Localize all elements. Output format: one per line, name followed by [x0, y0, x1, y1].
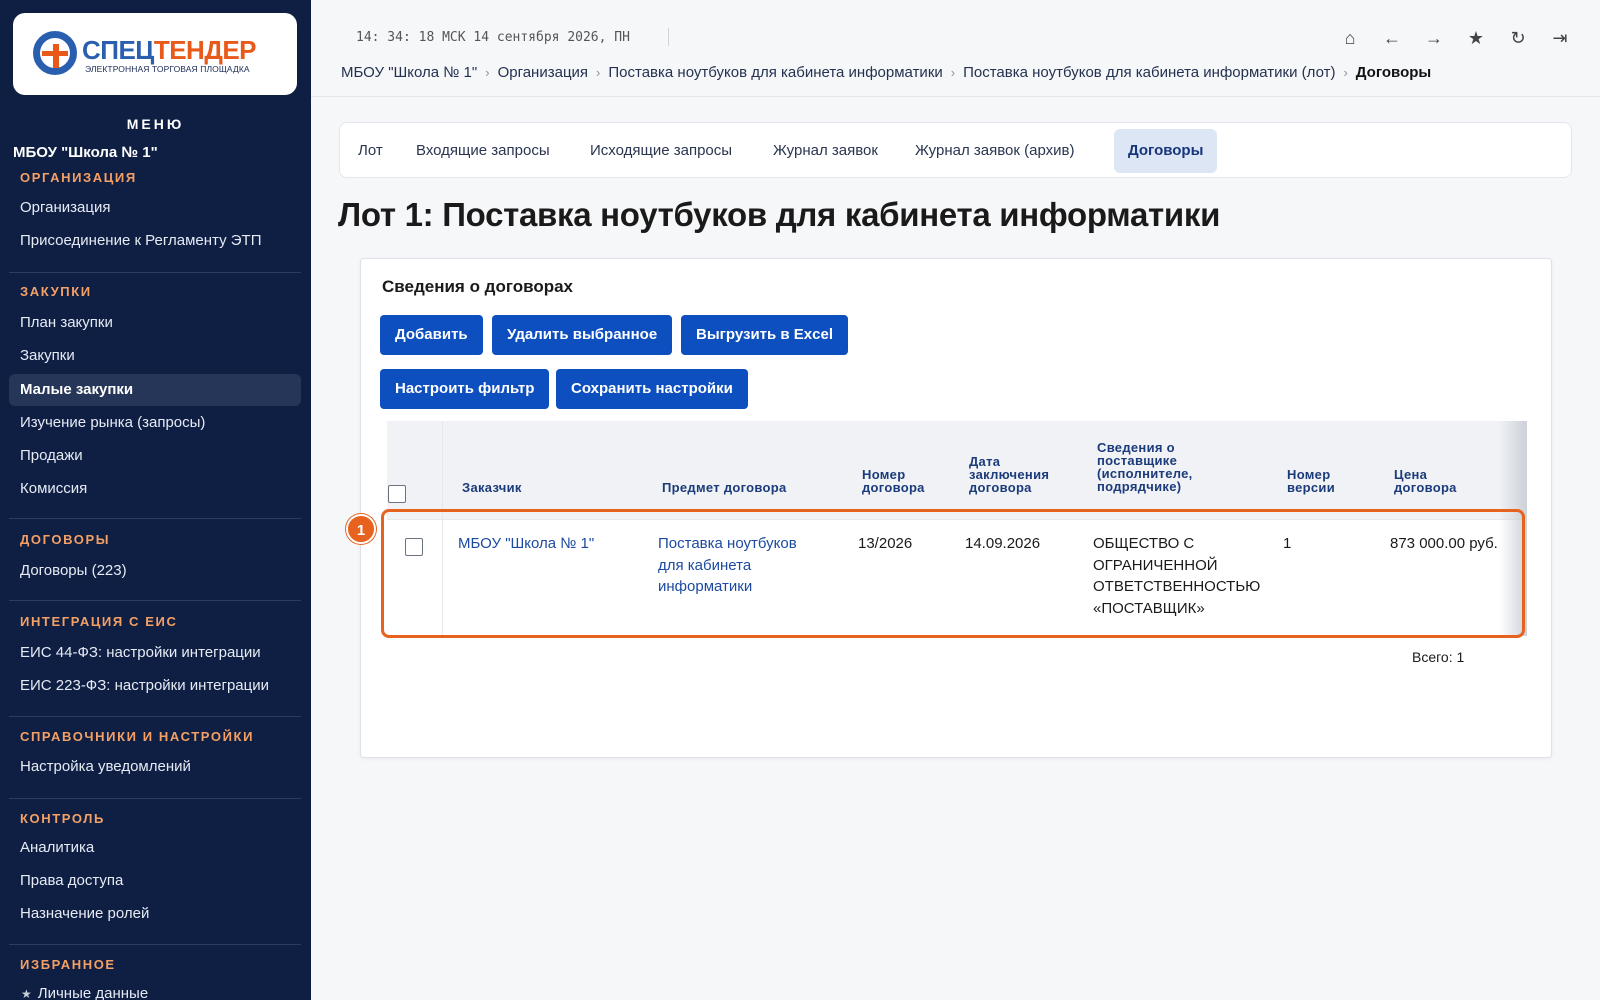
- annotation-marker: 1: [346, 514, 376, 544]
- tab-application-log-archive[interactable]: Журнал заявок (архив): [901, 129, 1088, 173]
- sidebar-item-commission[interactable]: Комиссия: [9, 473, 301, 505]
- export-excel-button[interactable]: Выгрузить в Excel: [681, 315, 848, 355]
- column-header-number[interactable]: Номер договора: [862, 468, 925, 494]
- card-title: Сведения о договорах: [382, 277, 573, 296]
- divider: [668, 28, 669, 46]
- table-total: Всего: 1: [1412, 649, 1465, 665]
- breadcrumb-item[interactable]: Организация: [498, 64, 588, 81]
- save-settings-button[interactable]: Сохранить настройки: [556, 369, 748, 409]
- brand-name: СПЕЦТЕНДЕР: [82, 35, 257, 65]
- sidebar-item-notifications[interactable]: Настройка уведомлений: [9, 751, 301, 783]
- tab-lot[interactable]: Лот: [344, 129, 397, 173]
- divider: [311, 96, 1600, 97]
- tab-bar: Лот Входящие запросы Исходящие запросы Ж…: [339, 122, 1572, 178]
- sidebar-section-control: КОНТРОЛЬ: [20, 811, 105, 826]
- chevron-right-icon: ›: [950, 65, 956, 80]
- sidebar-item-personal-data[interactable]: ★ Личные данные: [9, 978, 301, 1000]
- column-header-customer[interactable]: Заказчик: [462, 481, 522, 494]
- sidebar-divider: [9, 716, 301, 717]
- add-button[interactable]: Добавить: [380, 315, 483, 355]
- breadcrumb-current: Договоры: [1355, 64, 1432, 81]
- contracts-card: Сведения о договорах Добавить Удалить вы…: [360, 258, 1552, 758]
- brand-logo[interactable]: СПЕЦТЕНДЕР ЭЛЕКТРОННАЯ ТОРГОВАЯ ПЛОЩАДКА: [13, 13, 297, 95]
- sidebar-org-name: МБОУ "Школа № 1": [13, 144, 158, 161]
- tab-outgoing-requests[interactable]: Исходящие запросы: [576, 129, 746, 173]
- breadcrumb: МБОУ "Школа № 1" › Организация › Поставка но…: [341, 64, 1431, 81]
- sidebar-item-sales[interactable]: Продажи: [9, 440, 301, 472]
- chevron-right-icon: ›: [485, 65, 490, 80]
- sidebar-item-market-research[interactable]: Изучение рынка (запросы): [9, 407, 301, 439]
- sidebar-section-eis-integration: ИНТЕГРАЦИЯ С ЕИС: [20, 614, 178, 629]
- sidebar: СПЕЦТЕНДЕР ЭЛЕКТРОННАЯ ТОРГОВАЯ ПЛОЩАДКА…: [0, 0, 311, 1000]
- star-icon: ★: [21, 987, 32, 1000]
- breadcrumb-item[interactable]: МБОУ "Школа № 1": [341, 64, 477, 81]
- logout-icon[interactable]: ⇥: [1548, 26, 1572, 50]
- column-header-version[interactable]: Номер версии: [1287, 468, 1335, 494]
- chevron-right-icon: ›: [596, 65, 601, 80]
- breadcrumb-item[interactable]: Поставка ноутбуков для кабинета информат…: [963, 64, 1335, 81]
- sidebar-section-contracts: ДОГОВОРЫ: [20, 532, 111, 547]
- column-header-price[interactable]: Цена договора: [1394, 468, 1457, 494]
- page-title: Лот 1: Поставка ноутбуков для кабинета и…: [338, 196, 1221, 233]
- sidebar-item-regulations[interactable]: Присоединение к Регламенту ЭТП: [9, 225, 301, 257]
- column-header-subject[interactable]: Предмет договора: [662, 481, 787, 494]
- menu-title: МЕНЮ: [126, 116, 185, 132]
- row-highlight-annotation: [381, 509, 1525, 638]
- sidebar-item-eis-44[interactable]: ЕИС 44-ФЗ: настройки интеграции: [9, 637, 301, 669]
- sidebar-item-purchase-plan[interactable]: План закупки: [9, 307, 301, 339]
- star-icon[interactable]: ★: [1464, 26, 1488, 50]
- sidebar-divider: [9, 944, 301, 945]
- sidebar-item-analytics[interactable]: Аналитика: [9, 832, 301, 864]
- clock: 14: 34: 18 МСК 14 сентября 2026, ПН: [356, 30, 630, 45]
- breadcrumb-item[interactable]: Поставка ноутбуков для кабинета информат…: [608, 64, 942, 81]
- forward-arrow-icon[interactable]: →: [1422, 26, 1446, 50]
- home-icon[interactable]: ⌂: [1338, 26, 1362, 50]
- refresh-icon[interactable]: ↻: [1506, 26, 1530, 50]
- sidebar-section-purchases: ЗАКУПКИ: [20, 284, 92, 299]
- sidebar-section-favorites: ИЗБРАННОЕ: [20, 957, 116, 972]
- sidebar-divider: [9, 798, 301, 799]
- sidebar-item-small-purchases[interactable]: Малые закупки: [9, 374, 301, 406]
- sidebar-item-contracts-223[interactable]: Договоры (223): [9, 555, 301, 587]
- chevron-right-icon: ›: [1343, 65, 1348, 80]
- tab-application-log[interactable]: Журнал заявок: [759, 129, 892, 173]
- select-all-checkbox[interactable]: [388, 485, 406, 503]
- table-header: Заказчик Предмет договора Номер договора…: [387, 421, 1525, 519]
- sidebar-divider: [9, 600, 301, 601]
- tab-contracts[interactable]: Договоры: [1114, 129, 1218, 173]
- delete-selected-button[interactable]: Удалить выбранное: [492, 315, 673, 355]
- set-filter-button[interactable]: Настроить фильтр: [380, 369, 550, 409]
- sidebar-item-access-rights[interactable]: Права доступа: [9, 865, 301, 897]
- sidebar-item-organization[interactable]: Организация: [9, 192, 301, 224]
- sidebar-section-references: СПРАВОЧНИКИ И НАСТРОЙКИ: [20, 729, 255, 744]
- tab-incoming-requests[interactable]: Входящие запросы: [402, 129, 564, 173]
- brand-logo-icon: [33, 31, 77, 75]
- sidebar-item-purchases[interactable]: Закупки: [9, 340, 301, 372]
- sidebar-section-organization: ОРГАНИЗАЦИЯ: [20, 170, 137, 185]
- sidebar-item-eis-223[interactable]: ЕИС 223-ФЗ: настройки интеграции: [9, 670, 301, 702]
- column-header-supplier[interactable]: Сведения о поставщике (исполнителе, подр…: [1097, 441, 1193, 493]
- sidebar-item-label: Личные данные: [37, 985, 149, 1000]
- sidebar-divider: [9, 272, 301, 273]
- brand-subtitle: ЭЛЕКТРОННАЯ ТОРГОВАЯ ПЛОЩАДКА: [85, 64, 250, 74]
- sidebar-item-role-assignment[interactable]: Назначение ролей: [9, 898, 301, 930]
- sidebar-divider: [9, 518, 301, 519]
- back-arrow-icon[interactable]: ←: [1380, 26, 1404, 50]
- column-header-date[interactable]: Дата заключения договора: [969, 455, 1049, 494]
- top-toolbar: ⌂ ← → ★ ↻ ⇥: [1338, 26, 1572, 50]
